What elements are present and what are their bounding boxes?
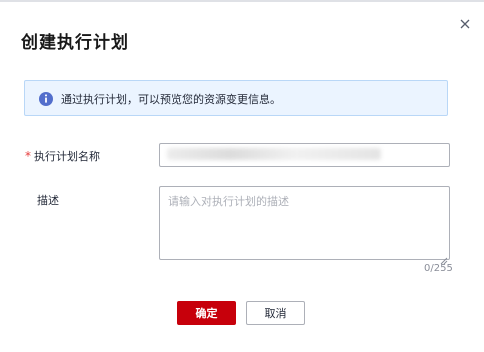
dialog-title: 创建执行计划	[21, 33, 129, 53]
name-label-text: 执行计划名称	[34, 150, 100, 163]
name-field-label: * 执行计划名称	[25, 148, 100, 164]
description-label: 描述	[37, 194, 59, 207]
create-execution-plan-dialog: 创建执行计划 通过执行计划，可以预览您的资源变更信息。 *执行计划名称 描述 0…	[0, 0, 484, 352]
info-icon	[38, 91, 54, 107]
resize-handle-icon[interactable]	[440, 250, 448, 265]
description-textarea[interactable]	[159, 186, 450, 260]
required-mark: *	[25, 149, 31, 163]
character-counter: 0/255	[424, 263, 453, 274]
close-icon[interactable]	[456, 15, 474, 33]
cancel-button[interactable]: 取消	[246, 301, 305, 325]
notice-text: 通过执行计划，可以预览您的资源变更信息。	[61, 93, 281, 106]
redacted-plan-name	[167, 148, 381, 160]
info-notice: 通过执行计划，可以预览您的资源变更信息。	[24, 80, 448, 116]
confirm-button[interactable]: 确定	[177, 301, 236, 325]
